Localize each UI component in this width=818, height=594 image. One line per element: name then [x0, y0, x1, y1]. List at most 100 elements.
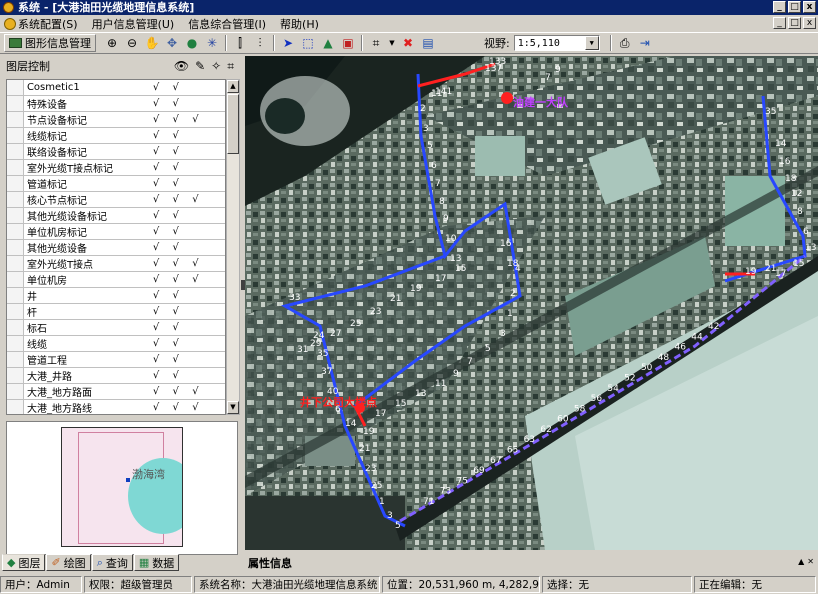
map-canvas[interactable]: 2356789101315171921232527293133351416181… — [245, 56, 818, 550]
layer-editable-checkbox[interactable]: √ — [166, 258, 186, 269]
layer-editable-checkbox[interactable]: √ — [166, 306, 186, 317]
map-view[interactable]: 2 3 5 6 7 8 9 10 13 15 17 19 21 23 25 27 29 31 33 35 14 16 18 1… — [245, 56, 818, 550]
layer-visible-checkbox[interactable]: √ — [146, 210, 166, 221]
layer-selectable-checkbox[interactable]: √ — [186, 386, 206, 397]
layer-visible-checkbox[interactable]: √ — [146, 290, 166, 301]
layer-editable-checkbox[interactable]: √ — [166, 114, 186, 125]
info-query-icon[interactable]: ▣ — [340, 35, 356, 51]
layer-visible-checkbox[interactable]: √ — [146, 98, 166, 109]
layer-editable-checkbox[interactable]: √ — [166, 370, 186, 381]
layer-visible-checkbox[interactable]: √ — [146, 178, 166, 189]
layer-visible-checkbox[interactable]: √ — [146, 370, 166, 381]
layer-editable-checkbox[interactable]: √ — [166, 210, 186, 221]
layer-visible-checkbox[interactable]: √ — [146, 130, 166, 141]
center-map-icon[interactable]: ✥ — [164, 35, 180, 51]
layer-editable-checkbox[interactable]: √ — [166, 274, 186, 285]
layer-editable-checkbox[interactable]: √ — [166, 130, 186, 141]
tab-data[interactable]: ▦ 数据 — [133, 554, 180, 571]
layer-editable-checkbox[interactable]: √ — [166, 290, 186, 301]
layer-row[interactable]: 线缆标记 √ √ — [7, 128, 225, 144]
office-marker[interactable] — [501, 92, 513, 104]
layer-row[interactable]: 大港_地方路面 √ √ √ — [7, 384, 225, 400]
select-rect-icon[interactable]: ⬚ — [300, 35, 316, 51]
layer-row[interactable]: 单位机房 √ √ √ — [7, 272, 225, 288]
tab-query[interactable]: ⌕ 查询 — [91, 554, 133, 571]
layer-visible-checkbox[interactable]: √ — [146, 306, 166, 317]
chevron-down-icon[interactable]: ▼ — [584, 36, 599, 50]
mdi-minimize-button[interactable]: _ — [773, 17, 786, 29]
scroll-down-icon[interactable]: ▼ — [227, 401, 239, 414]
layer-visible-checkbox[interactable]: √ — [146, 226, 166, 237]
layer-editable-checkbox[interactable]: √ — [166, 146, 186, 157]
layer-row[interactable]: 井 √ √ — [7, 288, 225, 304]
tab-draw[interactable]: ✐ 绘图 — [46, 554, 91, 571]
scroll-thumb[interactable] — [227, 94, 239, 154]
layer-row[interactable]: 线缆 √ √ — [7, 336, 225, 352]
menu-info-management[interactable]: 信息综合管理(I) — [188, 16, 266, 32]
save-icon[interactable]: ▤ — [420, 35, 436, 51]
layer-editable-checkbox[interactable]: √ — [166, 98, 186, 109]
layer-editable-checkbox[interactable]: √ — [166, 402, 186, 413]
layer-selectable-checkbox[interactable]: √ — [186, 274, 206, 285]
layer-visible-checkbox[interactable]: √ — [146, 162, 166, 173]
layer-visible-checkbox[interactable]: √ — [146, 258, 166, 269]
layer-visible-checkbox[interactable]: √ — [146, 354, 166, 365]
measure-icon[interactable]: ⫿ — [232, 35, 248, 51]
layer-row[interactable]: 标石 √ √ — [7, 320, 225, 336]
layer-row[interactable]: 核心节点标记 √ √ √ — [7, 192, 225, 208]
layer-editable-checkbox[interactable]: √ — [166, 322, 186, 333]
delete-icon[interactable]: ✖ — [400, 35, 416, 51]
layer-row[interactable]: 管道工程 √ √ — [7, 352, 225, 368]
layer-visible-checkbox[interactable]: √ — [146, 194, 166, 205]
collapse-up-icon[interactable]: ▲ — [798, 557, 804, 566]
minimize-button[interactable]: _ — [773, 1, 786, 13]
layer-visible-checkbox[interactable]: √ — [146, 146, 166, 157]
menu-user-info[interactable]: 用户信息管理(U) — [92, 16, 175, 32]
layer-editable-checkbox[interactable]: √ — [166, 226, 186, 237]
layer-row[interactable]: 其他光缆设备标记 √ √ — [7, 208, 225, 224]
close-button[interactable]: x — [803, 1, 816, 13]
layer-editable-checkbox[interactable]: √ — [166, 354, 186, 365]
layer-row[interactable]: 节点设备标记 √ √ √ — [7, 112, 225, 128]
close-panel-icon[interactable]: ✕ — [807, 557, 814, 566]
layer-row[interactable]: 杆 √ √ — [7, 304, 225, 320]
layer-editable-checkbox[interactable]: √ — [166, 242, 186, 253]
layer-row[interactable]: 室外光缆T接点 √ √ √ — [7, 256, 225, 272]
chevron-down-icon[interactable]: ▼ — [388, 35, 396, 51]
layer-visible-checkbox[interactable]: √ — [146, 322, 166, 333]
layer-visible-checkbox[interactable]: √ — [146, 402, 166, 413]
layer-editable-checkbox[interactable]: √ — [166, 194, 186, 205]
layer-row[interactable]: 单位机房标记 √ √ — [7, 224, 225, 240]
mdi-restore-button[interactable]: □ — [788, 17, 801, 29]
select-polygon-icon[interactable]: ▲ — [320, 35, 336, 51]
distance-icon[interactable]: ⫶ — [252, 35, 268, 51]
layer-editable-checkbox[interactable]: √ — [166, 82, 186, 93]
layer-visible-checkbox[interactable]: √ — [146, 386, 166, 397]
layer-selectable-checkbox[interactable]: √ — [186, 194, 206, 205]
layer-editable-checkbox[interactable]: √ — [166, 338, 186, 349]
select-arrow-icon[interactable]: ➤ — [280, 35, 296, 51]
layer-row[interactable]: 管道标记 √ √ — [7, 176, 225, 192]
layer-editable-checkbox[interactable]: √ — [166, 162, 186, 173]
layer-editable-checkbox[interactable]: √ — [166, 386, 186, 397]
layer-row[interactable]: 大港_井路 √ √ — [7, 368, 225, 384]
layer-row[interactable]: 联络设备标记 √ √ — [7, 144, 225, 160]
layer-selectable-checkbox[interactable]: √ — [186, 402, 206, 413]
mdi-close-button[interactable]: x — [803, 17, 816, 29]
zoom-out-icon[interactable]: ⊖ — [124, 35, 140, 51]
layer-row[interactable]: 特殊设备 √ √ — [7, 96, 225, 112]
scale-select[interactable]: 1:5,110 ▼ — [513, 35, 600, 51]
graphic-info-button[interactable]: 图形信息管理 — [4, 34, 96, 52]
layer-visible-checkbox[interactable]: √ — [146, 338, 166, 349]
full-extent-icon[interactable]: ✳ — [204, 35, 220, 51]
overview-map[interactable]: 渤海湾 — [6, 421, 238, 555]
layer-selectable-checkbox[interactable]: √ — [186, 114, 206, 125]
layer-editable-checkbox[interactable]: √ — [166, 178, 186, 189]
layer-scrollbar[interactable]: ▲ ▼ — [226, 79, 240, 415]
layer-visible-checkbox[interactable]: √ — [146, 114, 166, 125]
zoom-in-icon[interactable]: ⊕ — [104, 35, 120, 51]
layer-row[interactable]: 大港_地方路线 √ √ √ — [7, 400, 225, 414]
pan-hand-icon[interactable]: ✋ — [144, 35, 160, 51]
menu-system-config[interactable]: 系统配置(S) — [4, 16, 78, 32]
layer-row[interactable]: Cosmetic1 √ √ — [7, 80, 225, 96]
